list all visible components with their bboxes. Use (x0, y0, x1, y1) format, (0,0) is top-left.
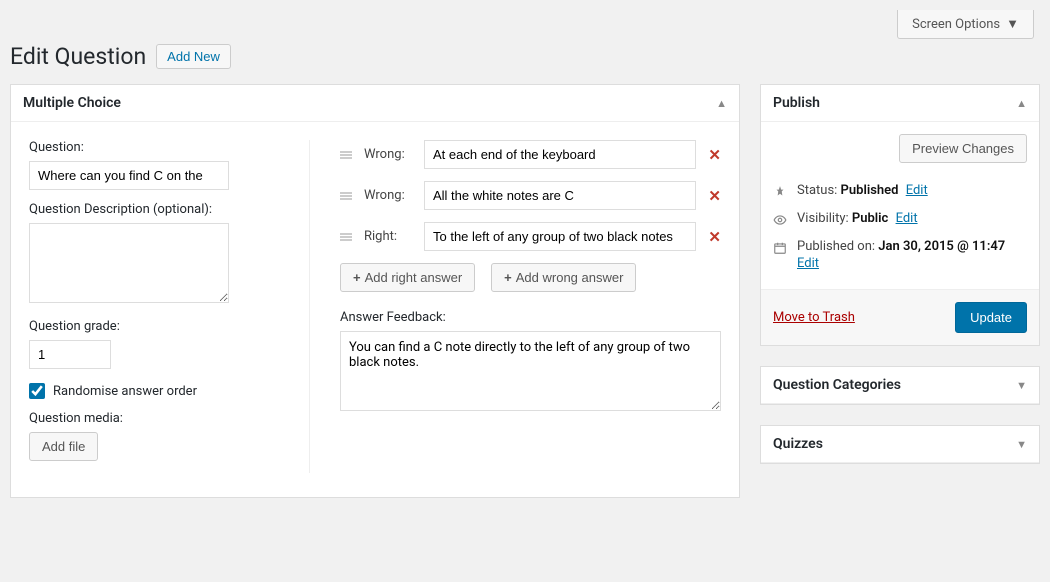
multiple-choice-title: Multiple Choice (23, 95, 121, 111)
question-grade-input[interactable] (29, 340, 111, 369)
screen-options-label: Screen Options (912, 17, 1000, 32)
question-desc-label: Question Description (optional): (29, 202, 269, 217)
drag-handle-icon[interactable] (340, 151, 352, 159)
question-input[interactable] (29, 161, 229, 190)
question-categories-header[interactable]: Question Categories ▼ (761, 367, 1039, 404)
answer-type-label: Wrong: (364, 147, 412, 162)
pin-icon (773, 183, 787, 199)
multiple-choice-header[interactable]: Multiple Choice ▲ (11, 85, 739, 122)
remove-answer-icon[interactable]: ✕ (708, 187, 721, 205)
drag-handle-icon[interactable] (340, 233, 352, 241)
question-categories-panel: Question Categories ▼ (760, 366, 1040, 405)
published-value: Jan 30, 2015 @ 11:47 (878, 239, 1005, 254)
quizzes-header[interactable]: Quizzes ▼ (761, 426, 1039, 463)
calendar-icon (773, 239, 787, 255)
question-grade-label: Question grade: (29, 319, 269, 334)
randomise-checkbox[interactable] (29, 383, 45, 399)
move-to-trash-link[interactable]: Move to Trash (773, 310, 855, 325)
visibility-value: Public (852, 211, 888, 226)
publish-title: Publish (773, 95, 820, 111)
question-categories-title: Question Categories (773, 377, 901, 393)
add-file-button[interactable]: Add file (29, 432, 98, 461)
page-title: Edit Question (10, 43, 146, 70)
answer-row: Wrong: ✕ (340, 181, 721, 210)
media-label: Question media: (29, 411, 269, 426)
preview-changes-button[interactable]: Preview Changes (899, 134, 1027, 163)
collapse-icon: ▲ (716, 97, 727, 110)
publish-header[interactable]: Publish ▲ (761, 85, 1039, 122)
question-label: Question: (29, 140, 269, 155)
plus-icon: + (504, 270, 512, 285)
randomise-label: Randomise answer order (53, 384, 197, 399)
edit-visibility-link[interactable]: Edit (896, 211, 918, 226)
question-desc-textarea[interactable] (29, 223, 229, 303)
visibility-icon (773, 211, 787, 227)
answer-type-label: Right: (364, 229, 412, 244)
quizzes-title: Quizzes (773, 436, 823, 452)
answer-input[interactable] (424, 222, 696, 251)
feedback-textarea[interactable]: You can find a C note directly to the le… (340, 331, 721, 411)
expand-icon: ▼ (1016, 438, 1027, 451)
answer-type-label: Wrong: (364, 188, 412, 203)
chevron-down-icon: ▼ (1006, 16, 1019, 32)
add-new-button[interactable]: Add New (156, 44, 231, 69)
published-label: Published on: (797, 239, 878, 254)
collapse-icon: ▲ (1016, 97, 1027, 110)
add-right-answer-button[interactable]: +Add right answer (340, 263, 475, 292)
answer-input[interactable] (424, 140, 696, 169)
status-label: Status: (797, 183, 841, 198)
expand-icon: ▼ (1016, 379, 1027, 392)
answer-row: Right: ✕ (340, 222, 721, 251)
drag-handle-icon[interactable] (340, 192, 352, 200)
multiple-choice-panel: Multiple Choice ▲ Question: Question Des… (10, 84, 740, 498)
add-wrong-answer-button[interactable]: +Add wrong answer (491, 263, 636, 292)
visibility-label: Visibility: (797, 211, 852, 226)
remove-answer-icon[interactable]: ✕ (708, 146, 721, 164)
remove-answer-icon[interactable]: ✕ (708, 228, 721, 246)
plus-icon: + (353, 270, 361, 285)
quizzes-panel: Quizzes ▼ (760, 425, 1040, 464)
edit-status-link[interactable]: Edit (906, 183, 928, 198)
status-value: Published (841, 183, 899, 198)
feedback-label: Answer Feedback: (340, 310, 721, 325)
answer-row: Wrong: ✕ (340, 140, 721, 169)
update-button[interactable]: Update (955, 302, 1027, 333)
screen-options-toggle[interactable]: Screen Options ▼ (897, 10, 1034, 39)
publish-panel: Publish ▲ Preview Changes Status: Publis… (760, 84, 1040, 346)
answer-input[interactable] (424, 181, 696, 210)
edit-date-link[interactable]: Edit (797, 256, 819, 271)
